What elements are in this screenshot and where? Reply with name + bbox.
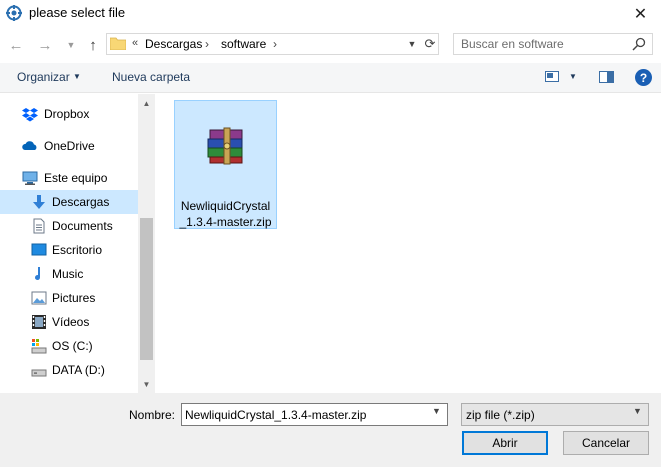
breadcrumb-chevron-icon[interactable]: ›: [205, 37, 209, 51]
sidebar-item-label: Pictures: [52, 291, 96, 305]
sidebar-item-music[interactable]: Music: [0, 262, 138, 286]
sidebar-item-documents[interactable]: Documents: [0, 214, 138, 238]
scrollbar-thumb[interactable]: [140, 218, 153, 360]
new-folder-button[interactable]: Nueva carpeta: [112, 70, 190, 84]
sidebar-item-pictures[interactable]: Pictures: [0, 286, 138, 310]
up-button[interactable]: ↑: [84, 36, 102, 54]
forward-arrow-icon: →: [37, 36, 53, 54]
sidebar-item-os-c[interactable]: OS (C:): [0, 334, 138, 358]
view-options-icon[interactable]: [545, 71, 559, 82]
downloads-icon: [33, 195, 45, 209]
onedrive-icon: [22, 141, 37, 150]
sidebar-item-videos[interactable]: Vídeos: [0, 310, 138, 334]
sidebar-item-data-d[interactable]: DATA (D:): [0, 358, 138, 382]
help-button[interactable]: ?: [635, 69, 652, 86]
chevron-down-icon: ▼: [407, 39, 417, 49]
scroll-down-button[interactable]: ▼: [138, 377, 155, 391]
chevron-down-icon[interactable]: ▼: [569, 72, 577, 81]
sidebar-item-label: Vídeos: [52, 315, 90, 329]
videos-icon: [32, 315, 46, 329]
close-button[interactable]: ✕: [620, 0, 661, 27]
music-icon: [35, 267, 41, 281]
forward-button[interactable]: →: [35, 36, 55, 54]
refresh-button[interactable]: ⟳: [422, 35, 438, 53]
app-icon: [6, 5, 22, 21]
file-name-line2: _1.3.4-master.zip: [179, 215, 272, 229]
sidebar-item-label: OS (C:): [52, 339, 93, 353]
cancel-button-label: Cancelar: [581, 436, 631, 450]
sidebar-item-label: OneDrive: [44, 139, 95, 153]
sidebar-item-dropbox[interactable]: Dropbox: [0, 102, 138, 126]
desktop-icon: [31, 243, 47, 256]
cancel-button[interactable]: Cancelar: [563, 431, 649, 455]
back-button[interactable]: ←: [6, 36, 26, 54]
refresh-icon: ⟳: [424, 36, 436, 51]
file-type-value[interactable]: zip file (*.zip): [466, 408, 535, 422]
address-dropdown-button[interactable]: ▼: [404, 35, 420, 53]
chevron-down-icon: ▼: [142, 379, 151, 389]
breadcrumb-overflow[interactable]: «: [132, 37, 138, 49]
sidebar-item-label: Este equipo: [44, 171, 108, 185]
documents-icon: [33, 218, 45, 234]
open-button[interactable]: Abrir: [462, 431, 548, 455]
sidebar-item-label: DATA (D:): [52, 363, 105, 377]
sidebar-item-label: Descargas: [52, 195, 110, 209]
dropbox-icon: [22, 108, 38, 122]
chevron-down-icon: ▼: [66, 40, 76, 50]
file-name-value[interactable]: NewliquidCrystal_1.3.4-master.zip: [185, 408, 366, 422]
sidebar-item-este-equipo[interactable]: Este equipo: [0, 166, 138, 190]
search-icon[interactable]: [632, 37, 646, 51]
sidebar-item-escritorio[interactable]: Escritorio: [0, 238, 138, 262]
sidebar-item-label: Music: [52, 267, 84, 281]
recent-locations-button[interactable]: ▼: [64, 36, 78, 54]
sidebar-item-descargas[interactable]: Descargas: [0, 190, 138, 214]
chevron-up-icon: ▲: [142, 98, 151, 108]
file-name: NewliquidCrystal _1.3.4-master.zip: [174, 198, 277, 230]
open-button-label: Abrir: [492, 436, 518, 450]
computer-icon: [22, 171, 38, 185]
chevron-down-icon[interactable]: ▼: [73, 72, 81, 81]
sidebar-item-label: Dropbox: [44, 107, 90, 121]
file-name-line1: NewliquidCrystal: [180, 199, 271, 213]
window-title: please select file: [29, 5, 126, 20]
folder-icon: [110, 37, 126, 50]
chevron-down-icon[interactable]: ▼: [633, 406, 642, 416]
drive-c-icon: [31, 339, 47, 354]
sidebar-item-onedrive[interactable]: OneDrive: [0, 134, 138, 158]
breadcrumb-descargas[interactable]: Descargas: [145, 37, 202, 51]
sidebar-item-label: Escritorio: [52, 243, 103, 257]
organize-menu[interactable]: Organizar: [17, 70, 70, 84]
back-arrow-icon: ←: [8, 36, 24, 54]
drive-d-icon: [31, 369, 47, 377]
breadcrumb-chevron-icon[interactable]: ›: [273, 37, 277, 51]
breadcrumb-software[interactable]: software: [221, 37, 266, 51]
up-arrow-icon: ↑: [89, 36, 97, 54]
search-placeholder: Buscar en software: [461, 37, 564, 51]
preview-pane-icon[interactable]: [599, 71, 614, 83]
chevron-down-icon[interactable]: ▼: [432, 406, 441, 416]
sidebar-item-label: Documents: [52, 219, 113, 233]
file-name-label: Nombre:: [129, 408, 176, 422]
pictures-icon: [31, 291, 47, 305]
command-bar: [0, 63, 661, 93]
scroll-up-button[interactable]: ▲: [138, 96, 155, 110]
close-icon: ✕: [633, 5, 648, 23]
winrar-archive-icon: [207, 127, 243, 165]
